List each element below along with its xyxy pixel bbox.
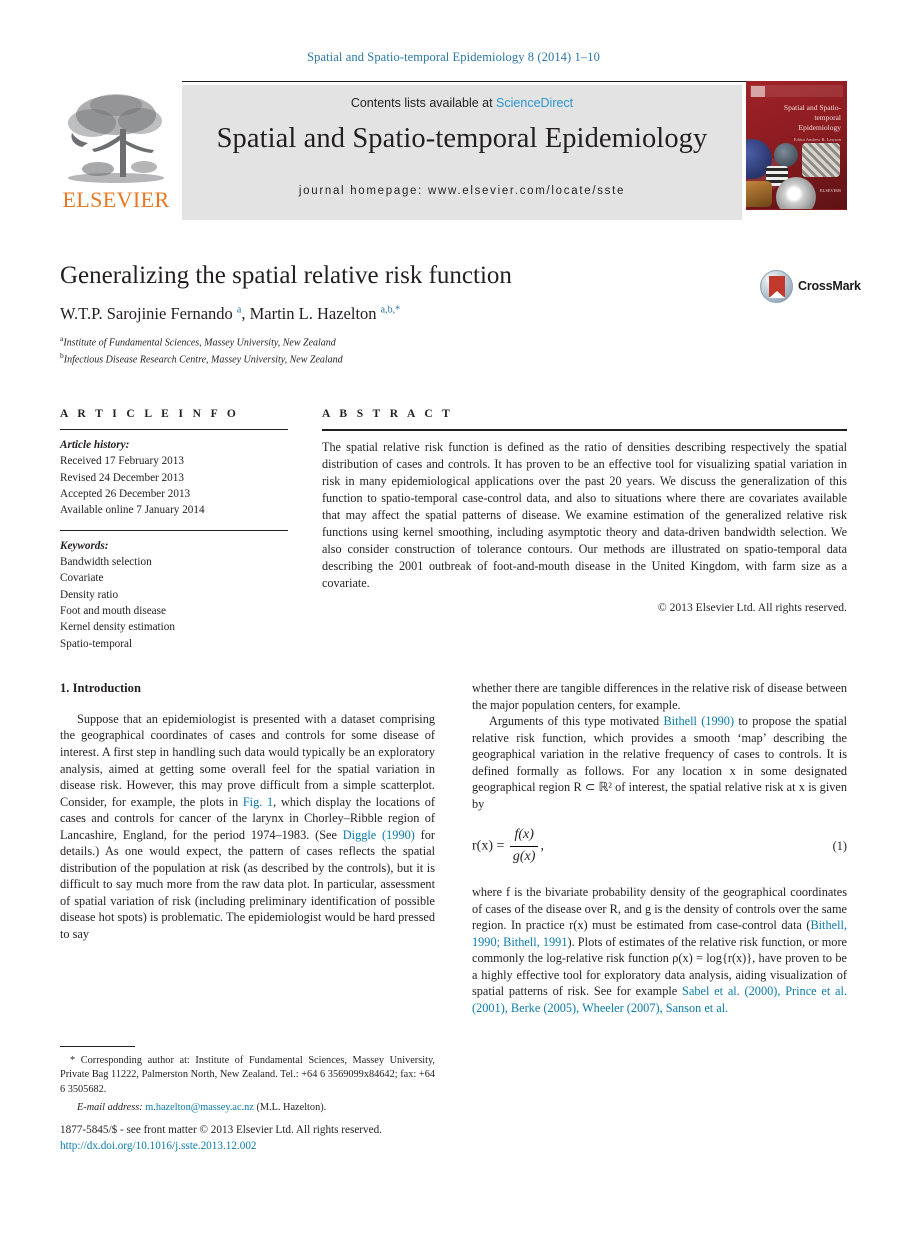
- cover-circle-3: [802, 143, 840, 177]
- equation-numerator: f(x): [509, 826, 539, 848]
- footnote-rule: [60, 1046, 135, 1047]
- equation-1: r(x) = f(x) g(x) , (1): [472, 826, 847, 870]
- crossmark-circle-icon: [760, 270, 793, 303]
- front-matter-line: 1877-5845/$ - see front matter © 2013 El…: [60, 1124, 382, 1136]
- crossmark-label: CrossMark: [798, 279, 861, 293]
- title-block: CrossMark Generalizing the spatial relat…: [60, 262, 861, 368]
- email-label: E-mail address:: [77, 1102, 143, 1114]
- para-text: Arguments of this type motivated: [489, 714, 664, 729]
- figure-reference-link[interactable]: Fig. 1: [243, 795, 273, 809]
- history-item: Accepted 26 December 2013: [60, 488, 191, 501]
- journal-homepage[interactable]: journal homepage: www.elsevier.com/locat…: [182, 185, 742, 197]
- body-column-left: 1. Introduction Suppose that an epidemio…: [60, 680, 435, 942]
- corresponding-author-footnote: * Corresponding author at: Institute of …: [60, 1046, 435, 1113]
- history-item: Received 17 February 2013: [60, 455, 184, 468]
- article-history: Article history: Received 17 February 20…: [60, 437, 288, 519]
- equation-fraction: f(x) g(x): [509, 826, 539, 867]
- affiliation-text-b: Infectious Disease Research Centre, Mass…: [63, 353, 343, 365]
- elsevier-tree-icon: [68, 94, 164, 183]
- crossmark-badge[interactable]: CrossMark: [760, 270, 861, 304]
- section-heading-introduction: 1. Introduction: [60, 681, 141, 695]
- equation-trailing: ,: [540, 838, 544, 854]
- equation-lhs: r(x) =: [472, 838, 505, 854]
- cover-publisher: ELSEVIER: [819, 188, 841, 194]
- footnote-text: * Corresponding author at: Institute of …: [60, 1055, 435, 1095]
- body-paragraph: Suppose that an epidemiologist is presen…: [60, 711, 435, 942]
- cover-bottom-strip: [746, 209, 847, 222]
- equation-expression: r(x) = f(x) g(x) ,: [472, 826, 544, 867]
- citation-link-diggle[interactable]: Diggle (1990): [343, 828, 415, 842]
- abstract-text: The spatial relative risk function is de…: [322, 439, 847, 591]
- abstract-heading: A B S T R A C T: [322, 408, 454, 420]
- history-item: Available online 7 January 2014: [60, 504, 205, 517]
- equation-denominator: g(x): [512, 849, 536, 865]
- journal-masthead: ELSEVIER Contents lists available at Sci…: [60, 81, 847, 222]
- equation-number: (1): [832, 839, 847, 854]
- body-paragraph: where f is the bivariate probability den…: [472, 884, 847, 1016]
- contents-line: Contents lists available at ScienceDirec…: [182, 96, 742, 110]
- keyword-item: Spatio-temporal: [60, 637, 133, 650]
- cover-circle-5: [746, 181, 772, 207]
- keywords-list: Keywords: Bandwidth selection Covariate …: [60, 538, 288, 652]
- email-link[interactable]: m.hazelton@massey.ac.nz: [145, 1102, 254, 1113]
- affiliation-list: aInstitute of Fundamental Sciences, Mass…: [60, 334, 847, 368]
- running-head: Spatial and Spatio-temporal Epidemiology…: [307, 50, 600, 64]
- doi-link[interactable]: http://dx.doi.org/10.1016/j.sste.2013.12…: [60, 1138, 480, 1154]
- abstract-rule: [322, 429, 847, 431]
- crossmark-book-icon: [769, 276, 785, 298]
- cover-circle-2: [774, 143, 798, 167]
- cover-title: Spatial and Spatio-temporal Epidemiology: [783, 103, 841, 133]
- keyword-item: Density ratio: [60, 588, 119, 601]
- body-paragraph: Arguments of this type motivated Bithell…: [472, 713, 847, 812]
- article-history-label: Article history:: [60, 439, 130, 451]
- author-list: W.T.P. Sarojinie Fernando a, Martin L. H…: [60, 303, 401, 323]
- para-text: to propose the spatial relative risk fun…: [472, 714, 847, 811]
- citation-link-bithell[interactable]: Bithell (1990): [663, 714, 734, 728]
- page-footer: 1877-5845/$ - see front matter © 2013 El…: [60, 1122, 480, 1154]
- keywords-label: Keywords:: [60, 539, 109, 552]
- article-info-rule: [60, 429, 288, 430]
- elsevier-logo: ELSEVIER: [60, 89, 172, 220]
- para-text: where f is the bivariate probability den…: [472, 885, 847, 933]
- affiliation-text-a: Institute of Fundamental Sciences, Masse…: [63, 337, 336, 349]
- masthead-panel: Contents lists available at ScienceDirec…: [182, 85, 742, 220]
- journal-cover-thumbnail: Spatial and Spatio-temporal Epidemiology…: [746, 81, 847, 222]
- abstract-column: A B S T R A C T The spatial relative ris…: [322, 408, 847, 614]
- footnote-email-line: E-mail address: m.hazelton@massey.ac.nz …: [60, 1102, 435, 1113]
- article-info-heading: A R T I C L E I N F O: [60, 408, 240, 420]
- sciencedirect-link[interactable]: ScienceDirect: [496, 96, 573, 110]
- elsevier-wordmark: ELSEVIER: [62, 187, 170, 212]
- abstract-copyright: © 2013 Elsevier Ltd. All rights reserved…: [657, 601, 847, 615]
- keyword-item: Foot and mouth disease: [60, 605, 166, 618]
- keyword-item: Covariate: [60, 572, 104, 585]
- journal-article-page: Spatial and Spatio-temporal Epidemiology…: [0, 0, 907, 1238]
- affiliation-b: bInfectious Disease Research Centre, Mas…: [60, 351, 847, 368]
- page-title: Generalizing the spatial relative risk f…: [60, 262, 512, 289]
- history-item: Revised 24 December 2013: [60, 471, 184, 484]
- body-paragraph: whether there are tangible differences i…: [472, 681, 847, 712]
- body-column-right: whether there are tangible differences i…: [472, 680, 847, 1017]
- para-text: for details.) As one would expect, the p…: [60, 827, 435, 941]
- cover-art: Spatial and Spatio-temporal Epidemiology…: [746, 81, 847, 217]
- journal-title: Spatial and Spatio-temporal Epidemiology: [216, 123, 708, 154]
- keyword-item: Kernel density estimation: [60, 621, 175, 634]
- affiliation-a: aInstitute of Fundamental Sciences, Mass…: [60, 334, 847, 351]
- keywords-rule: [60, 529, 288, 531]
- contents-prefix: Contents lists available at: [350, 96, 497, 110]
- keyword-item: Bandwidth selection: [60, 556, 152, 569]
- cover-elsevier-mark-icon: [751, 86, 765, 97]
- article-info-column: A R T I C L E I N F O Article history: R…: [60, 408, 288, 652]
- email-owner: (M.L. Hazelton).: [256, 1102, 327, 1114]
